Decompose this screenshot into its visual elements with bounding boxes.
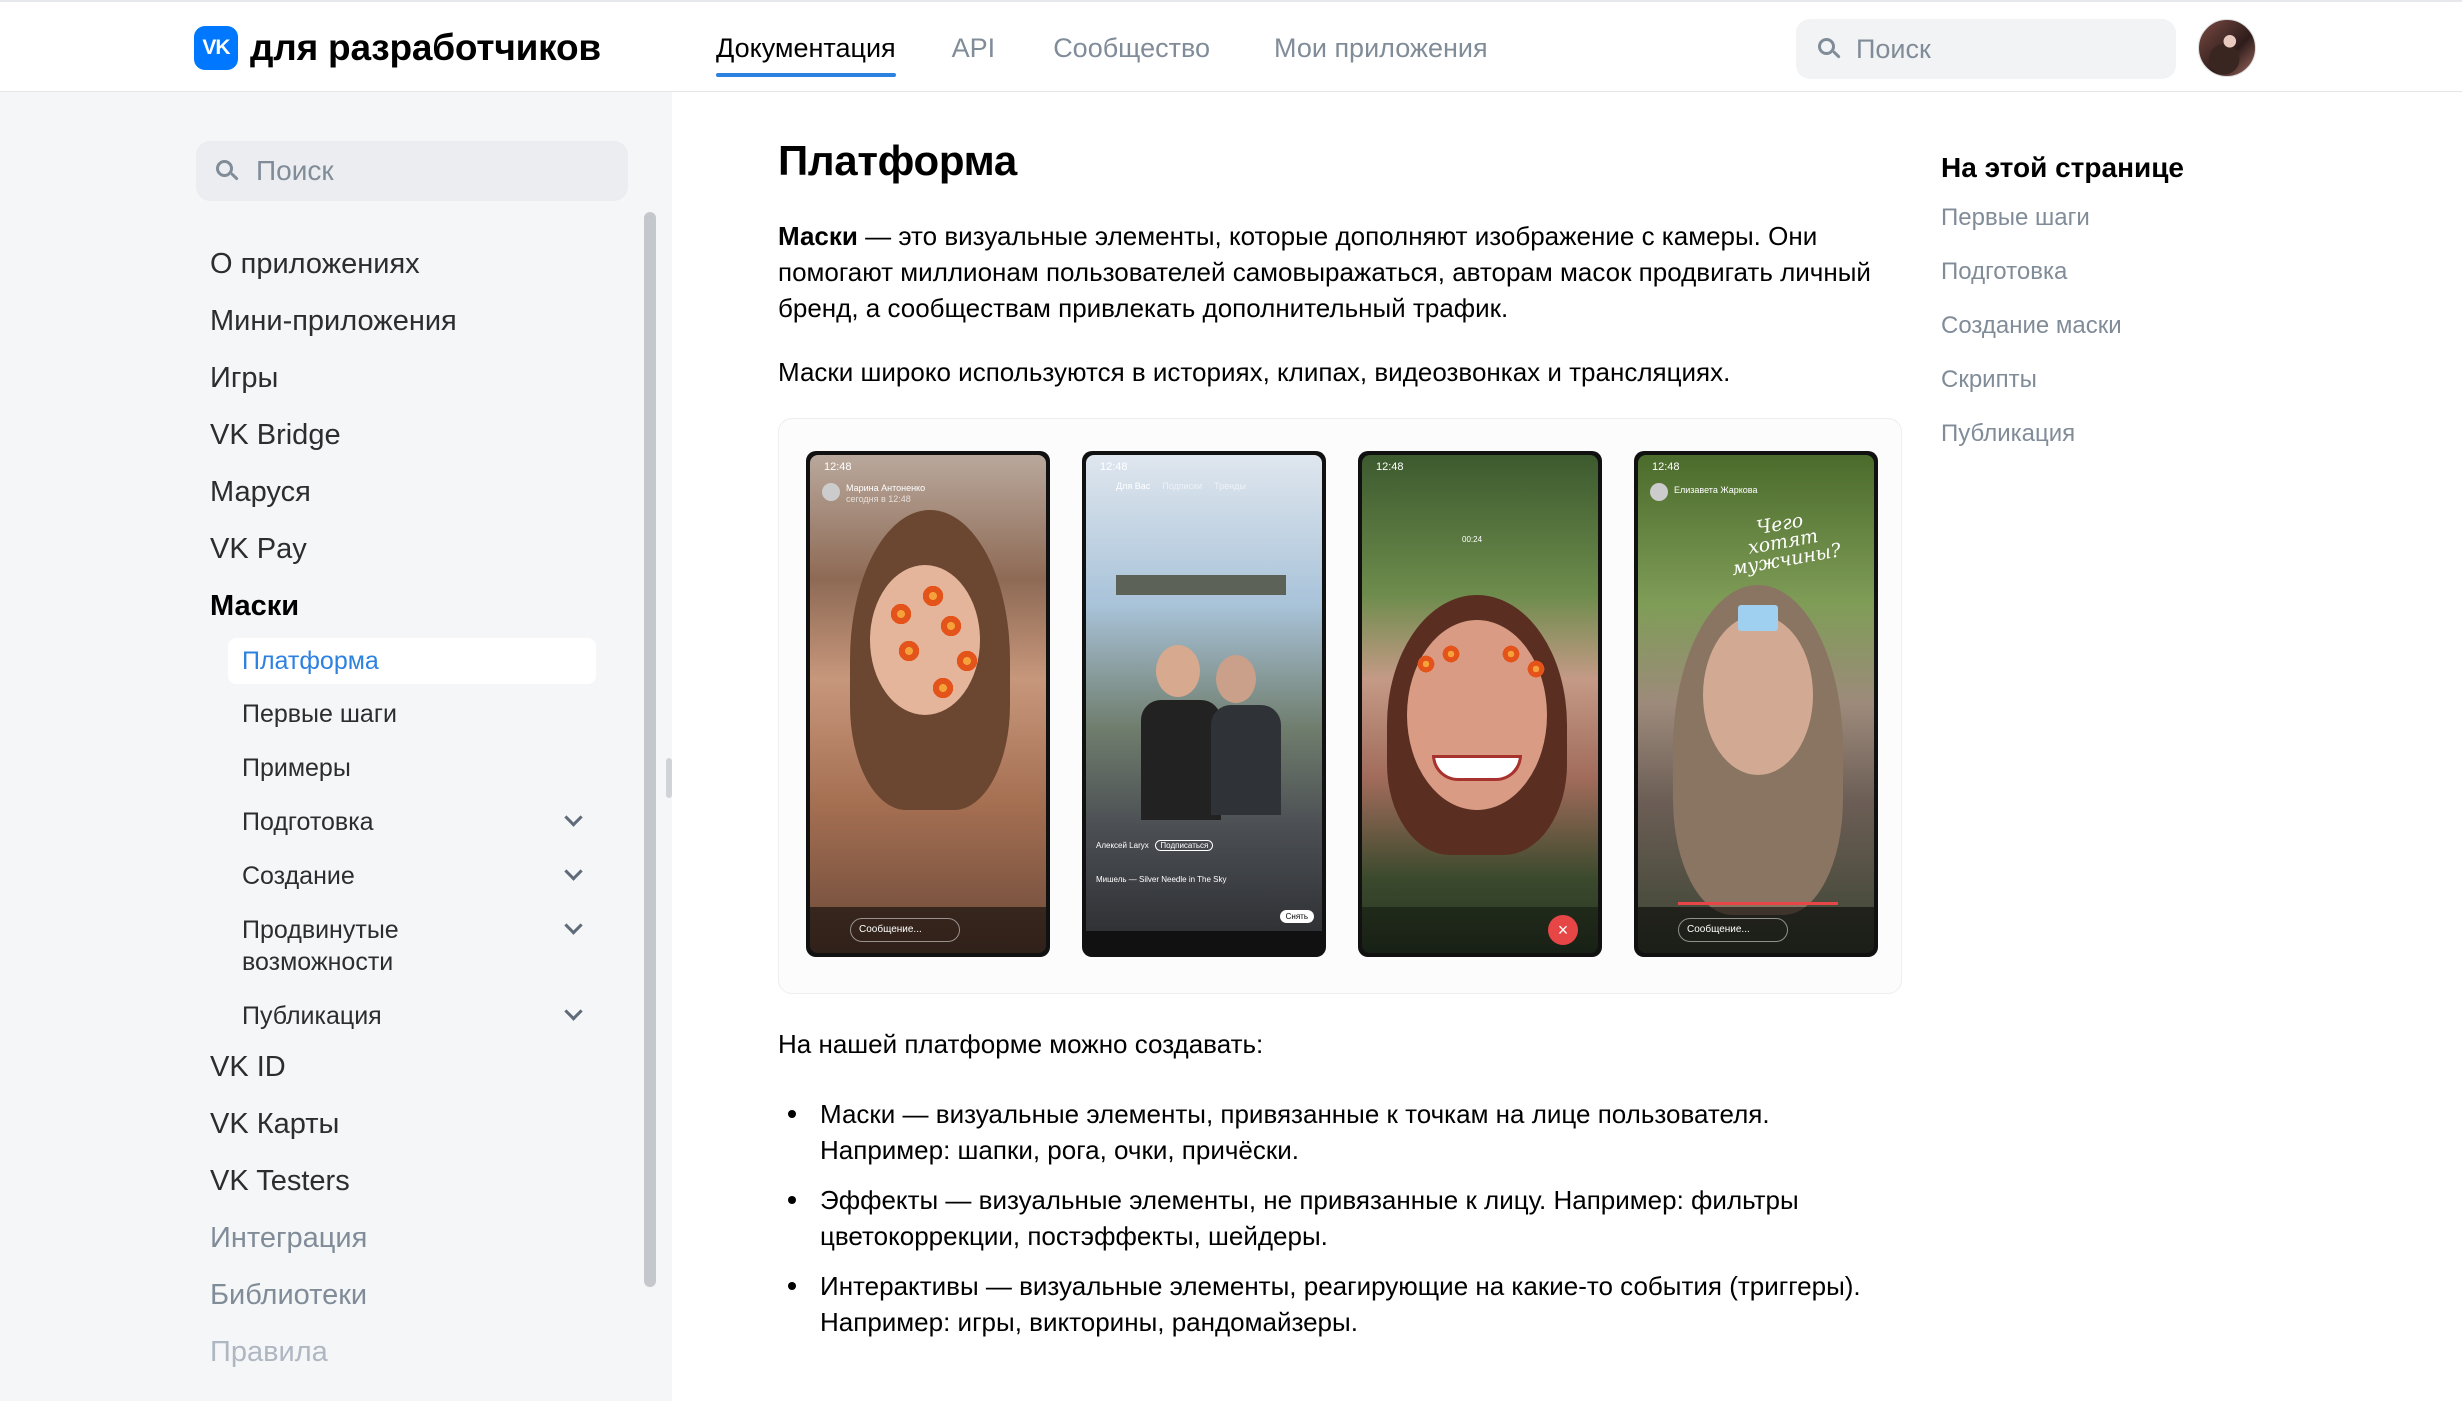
sidebar-subitem-creation[interactable]: Создание <box>242 860 355 892</box>
sidebar-subitem-preparation[interactable]: Подготовка <box>242 806 374 838</box>
toc-item-scripts[interactable]: Скрипты <box>1941 366 2037 394</box>
sidebar-item-vk-maps[interactable]: VK Карты <box>210 1108 339 1141</box>
sidebar-scrollbar-thumb[interactable] <box>644 212 656 1287</box>
phone-time: 12:48 <box>1652 461 1680 473</box>
sidebar-item-libraries[interactable]: Библиотеки <box>210 1279 367 1312</box>
list-item-line: цветокоррекции, постэффекты, шейдеры. <box>820 1221 1328 1251</box>
search-icon <box>1818 38 1841 60</box>
sidebar-subitem-advanced-line2: возможности <box>242 948 394 976</box>
can-create-paragraph: На нашей платформе можно создавать: <box>778 1029 1264 1059</box>
sidebar-item-rules[interactable]: Правила <box>210 1336 328 1369</box>
phone-time: 12:48 <box>1100 461 1128 473</box>
search-icon <box>216 160 239 182</box>
sidebar-item-vk-bridge[interactable]: VK Bridge <box>210 419 341 452</box>
phone-screenshot-story: 12:48 Марина Антоненко сегодня в 12:48 С… <box>806 451 1050 957</box>
toc-title: На этой странице <box>1941 152 2184 183</box>
sidebar-subitem-advanced[interactable]: Продвинутые возможности <box>242 914 399 978</box>
sidebar-resize-handle[interactable] <box>666 758 672 798</box>
masks-examples-figure: 12:48 Марина Антоненко сегодня в 12:48 С… <box>778 418 1902 994</box>
story-author: Марина Антоненко <box>846 483 926 493</box>
top-header: VK для разработчиков Документация API Со… <box>0 0 2462 92</box>
sidebar-item-marusya[interactable]: Маруся <box>210 476 311 509</box>
sidebar-item-vk-testers[interactable]: VK Testers <box>210 1165 350 1198</box>
sidebar-search[interactable] <box>196 141 628 201</box>
sidebar-subitem-advanced-line1: Продвинутые <box>242 916 399 944</box>
toc-item-first-steps[interactable]: Первые шаги <box>1941 204 2090 232</box>
list-item-line: Маски — визуальные элементы, привязанные… <box>820 1099 1770 1129</box>
toc-item-mask-creation[interactable]: Создание маски <box>1941 312 2122 340</box>
clips-tab: Подписки <box>1162 481 1203 491</box>
story-date: сегодня в 12:48 <box>846 494 911 504</box>
nav-community[interactable]: Сообщество <box>1053 2 1210 92</box>
sidebar-item-vk-pay[interactable]: VK Pay <box>210 533 307 566</box>
intro-text: — это визуальные элементы, которые допол… <box>778 221 1871 323</box>
clips-author: Алексей Laryx <box>1096 841 1149 850</box>
list-item-line: Например: игры, викторины, рандомайзеры. <box>820 1307 1358 1337</box>
sidebar-item-vk-id[interactable]: VK ID <box>210 1051 286 1084</box>
clips-tab: Тренды <box>1214 481 1246 491</box>
clips-track: Мишель — Silver Needle in The Sky <box>1096 875 1227 884</box>
list-item: Маски — визуальные элементы, привязанные… <box>778 1096 1918 1168</box>
sidebar-subitem-first-steps[interactable]: Первые шаги <box>242 698 397 730</box>
story-message-input: Сообщение... <box>1678 918 1788 942</box>
clips-subscribe: Подписаться <box>1155 840 1214 851</box>
list-item-line: Эффекты — визуальные элементы, не привяз… <box>820 1185 1799 1215</box>
header-search[interactable] <box>1796 19 2176 79</box>
sidebar-subitem-examples[interactable]: Примеры <box>242 752 351 784</box>
sidebar-item-mini-apps[interactable]: Мини-приложения <box>210 305 457 338</box>
sidebar-search-input[interactable] <box>256 141 616 201</box>
feature-list: Маски — визуальные элементы, привязанные… <box>778 1096 1918 1354</box>
chevron-down-icon[interactable] <box>563 864 583 884</box>
story-message-input: Сообщение... <box>850 918 960 942</box>
usage-paragraph: Маски широко используются в историях, кл… <box>778 357 1731 387</box>
toc-item-publication[interactable]: Публикация <box>1941 420 2075 448</box>
sidebar-item-integration[interactable]: Интеграция <box>210 1222 367 1255</box>
header-search-input[interactable] <box>1856 19 2156 79</box>
clips-shoot-button: Снять <box>1279 910 1314 923</box>
chevron-down-icon[interactable] <box>563 810 583 830</box>
phone-screenshot-clips: 12:48 Для Вас Подписки Тренды Алексей La… <box>1082 451 1326 957</box>
list-item: Интерактивы — визуальные элементы, реаги… <box>778 1268 1918 1340</box>
toc-item-preparation[interactable]: Подготовка <box>1941 258 2067 286</box>
list-item: Эффекты — визуальные элементы, не привяз… <box>778 1182 1918 1254</box>
sidebar-subitem-publication[interactable]: Публикация <box>242 1000 382 1032</box>
main-nav: Документация API Сообщество Мои приложен… <box>716 2 1544 92</box>
list-item-line: Например: шапки, рога, очки, причёски. <box>820 1135 1299 1165</box>
sidebar-item-masks[interactable]: Маски <box>210 590 299 623</box>
intro-bold-term: Маски <box>778 221 858 251</box>
vk-dev-logo[interactable]: VK для разработчиков <box>194 26 601 70</box>
phone-time: 12:48 <box>1376 461 1404 473</box>
sidebar-item-games[interactable]: Игры <box>210 362 278 395</box>
story-handwriting: Чего хотят мужчины? <box>1730 509 1843 581</box>
phone-time: 12:48 <box>824 461 852 473</box>
vk-logo-icon: VK <box>194 26 238 70</box>
nav-api[interactable]: API <box>952 2 996 92</box>
sidebar-item-about-apps[interactable]: О приложениях <box>210 248 420 281</box>
sidebar-subitem-platform[interactable]: Платформа <box>228 638 596 684</box>
chevron-down-icon[interactable] <box>563 1004 583 1024</box>
user-avatar[interactable] <box>2198 19 2256 77</box>
nav-documentation[interactable]: Документация <box>716 2 896 92</box>
nav-my-apps[interactable]: Мои приложения <box>1274 2 1488 92</box>
phone-screenshot-videocall: 12:48 00:24 × <box>1358 451 1602 957</box>
page-title: Платформа <box>778 137 1017 184</box>
chevron-down-icon[interactable] <box>563 918 583 938</box>
sidebar: О приложениях Мини-приложения Игры VK Br… <box>0 92 672 1401</box>
clips-tab: Для Вас <box>1116 481 1151 491</box>
phone-screenshot-story-2: 12:48 Елизавета Жаркова Чего хотят мужчи… <box>1634 451 1878 957</box>
intro-paragraph: Маски — это визуальные элементы, которые… <box>778 218 1908 326</box>
logo-text: для разработчиков <box>250 27 601 68</box>
call-duration: 00:24 <box>1462 535 1483 544</box>
list-item-line: Интерактивы — визуальные элементы, реаги… <box>820 1271 1861 1301</box>
story-author: Елизавета Жаркова <box>1674 485 1758 495</box>
